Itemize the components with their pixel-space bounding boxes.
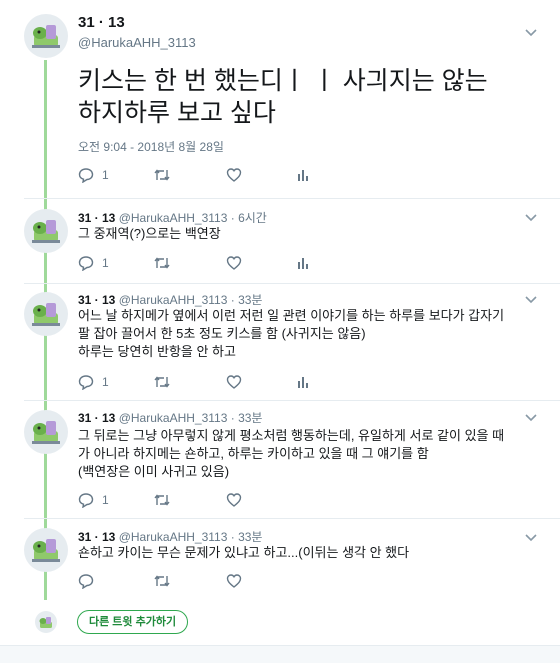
tweet-text: 어느 날 하지메가 옆에서 이런 저런 일 관련 이야기를 하는 하루를 보다가… [78,308,505,359]
analytics-button[interactable] [296,256,310,270]
reply-count: 1 [102,375,109,389]
retweet-button[interactable] [153,492,226,508]
handle[interactable]: @HarukaAHH_3113 [78,35,196,50]
tweet-actions: 1 [78,167,310,183]
reply-header: 31 · 13 @HarukaAHH_3113 · 33분 [78,291,262,308]
retweet-button[interactable] [153,573,226,589]
reply-count: 1 [102,168,109,182]
display-name[interactable]: 31 · 13 [78,293,115,307]
reply-header: 31 · 13 @HarukaAHH_3113 · 33분 [78,528,262,545]
reply-time[interactable]: 33분 [238,293,262,307]
reply-header: 31 · 13 @HarukaAHH_3113 · 6시간 [78,209,267,226]
tweet-text: 그 뒤로는 그냥 아무렇지 않게 평소처럼 행동하는데, 유일하게 서로 같이 … [78,428,505,479]
like-icon [226,375,242,389]
chevron-down-icon[interactable] [524,410,538,424]
display-name[interactable]: 31 · 13 [78,14,125,31]
like-icon [226,256,242,270]
chevron-down-icon[interactable] [524,25,538,39]
like-icon [226,493,242,507]
divider [24,400,560,401]
reply-icon [78,168,94,183]
tweet-text: 숀하고 카이는 무슨 문제가 있냐고 하고...(이뒤는 생각 안 했다 [78,545,410,560]
reply-icon [78,493,94,508]
handle[interactable]: @HarukaAHH_3113 [119,211,228,225]
small-avatar [35,611,57,633]
reply-button[interactable]: 1 [78,167,153,183]
tweet-text: 그 중재역(?)으로는 백연장 [78,226,221,241]
divider [24,198,560,199]
retweet-button[interactable] [153,255,226,271]
chevron-down-icon[interactable] [524,292,538,306]
handle[interactable]: @HarukaAHH_3113 [119,293,228,307]
chevron-down-icon[interactable] [524,530,538,544]
avatar[interactable] [24,292,68,336]
reply-header: 31 · 13 @HarukaAHH_3113 · 33분 [78,409,262,426]
footer-bar [0,645,560,663]
display-name[interactable]: 31 · 13 [78,211,115,225]
display-name[interactable]: 31 · 13 [78,411,115,425]
reply-icon [78,375,94,390]
handle[interactable]: @HarukaAHH_3113 [119,411,228,425]
like-button[interactable] [226,492,296,508]
like-icon [226,168,242,182]
tweet-text: 키스는 한 번 했는디ㅣ ㅣ 사긔지는 않는 하지하루 보고 싶다 [78,67,488,127]
avatar[interactable] [24,410,68,454]
tweet-actions [78,573,296,589]
retweet-icon [154,169,170,181]
reply-time[interactable]: 33분 [238,530,262,544]
handle[interactable]: @HarukaAHH_3113 [119,530,228,544]
reply-count: 1 [102,256,109,270]
avatar[interactable] [24,209,68,253]
separator: · [227,530,239,544]
separator: · [227,293,239,307]
retweet-icon [154,257,170,269]
like-button[interactable] [226,255,296,271]
retweet-button[interactable] [153,167,226,183]
reply-count: 1 [102,493,109,507]
analytics-button[interactable] [296,168,310,182]
avatar[interactable] [24,528,68,572]
timestamp[interactable]: 오전 9:04 - 2018년 8월 28일 [78,138,224,155]
reply-time[interactable]: 33분 [238,411,262,425]
like-button[interactable] [226,374,296,390]
divider [24,283,560,284]
analytics-icon [298,258,308,269]
tweet-actions: 1 [78,255,310,271]
divider [24,518,560,519]
separator: · [227,211,239,225]
chevron-down-icon[interactable] [524,210,538,224]
separator: · [227,411,239,425]
retweet-icon [154,376,170,388]
reply-button[interactable]: 1 [78,492,153,508]
retweet-button[interactable] [153,374,226,390]
reply-icon [78,256,94,271]
reply-icon [78,574,94,589]
reply-button[interactable] [78,573,153,589]
like-button[interactable] [226,573,296,589]
tweet-actions: 1 [78,374,310,390]
reply-button[interactable]: 1 [78,255,153,271]
avatar[interactable] [24,14,68,58]
analytics-button[interactable] [296,375,310,389]
like-icon [226,574,242,588]
like-button[interactable] [226,167,296,183]
retweet-icon [154,575,170,587]
tweet-actions: 1 [78,492,296,508]
reply-button[interactable]: 1 [78,374,153,390]
add-another-tweet-button[interactable]: 다른 트윗 추가하기 [77,610,189,634]
analytics-icon [298,170,308,181]
reply-time[interactable]: 6시간 [238,211,267,225]
analytics-icon [298,377,308,388]
display-name[interactable]: 31 · 13 [78,530,115,544]
retweet-icon [154,494,170,506]
